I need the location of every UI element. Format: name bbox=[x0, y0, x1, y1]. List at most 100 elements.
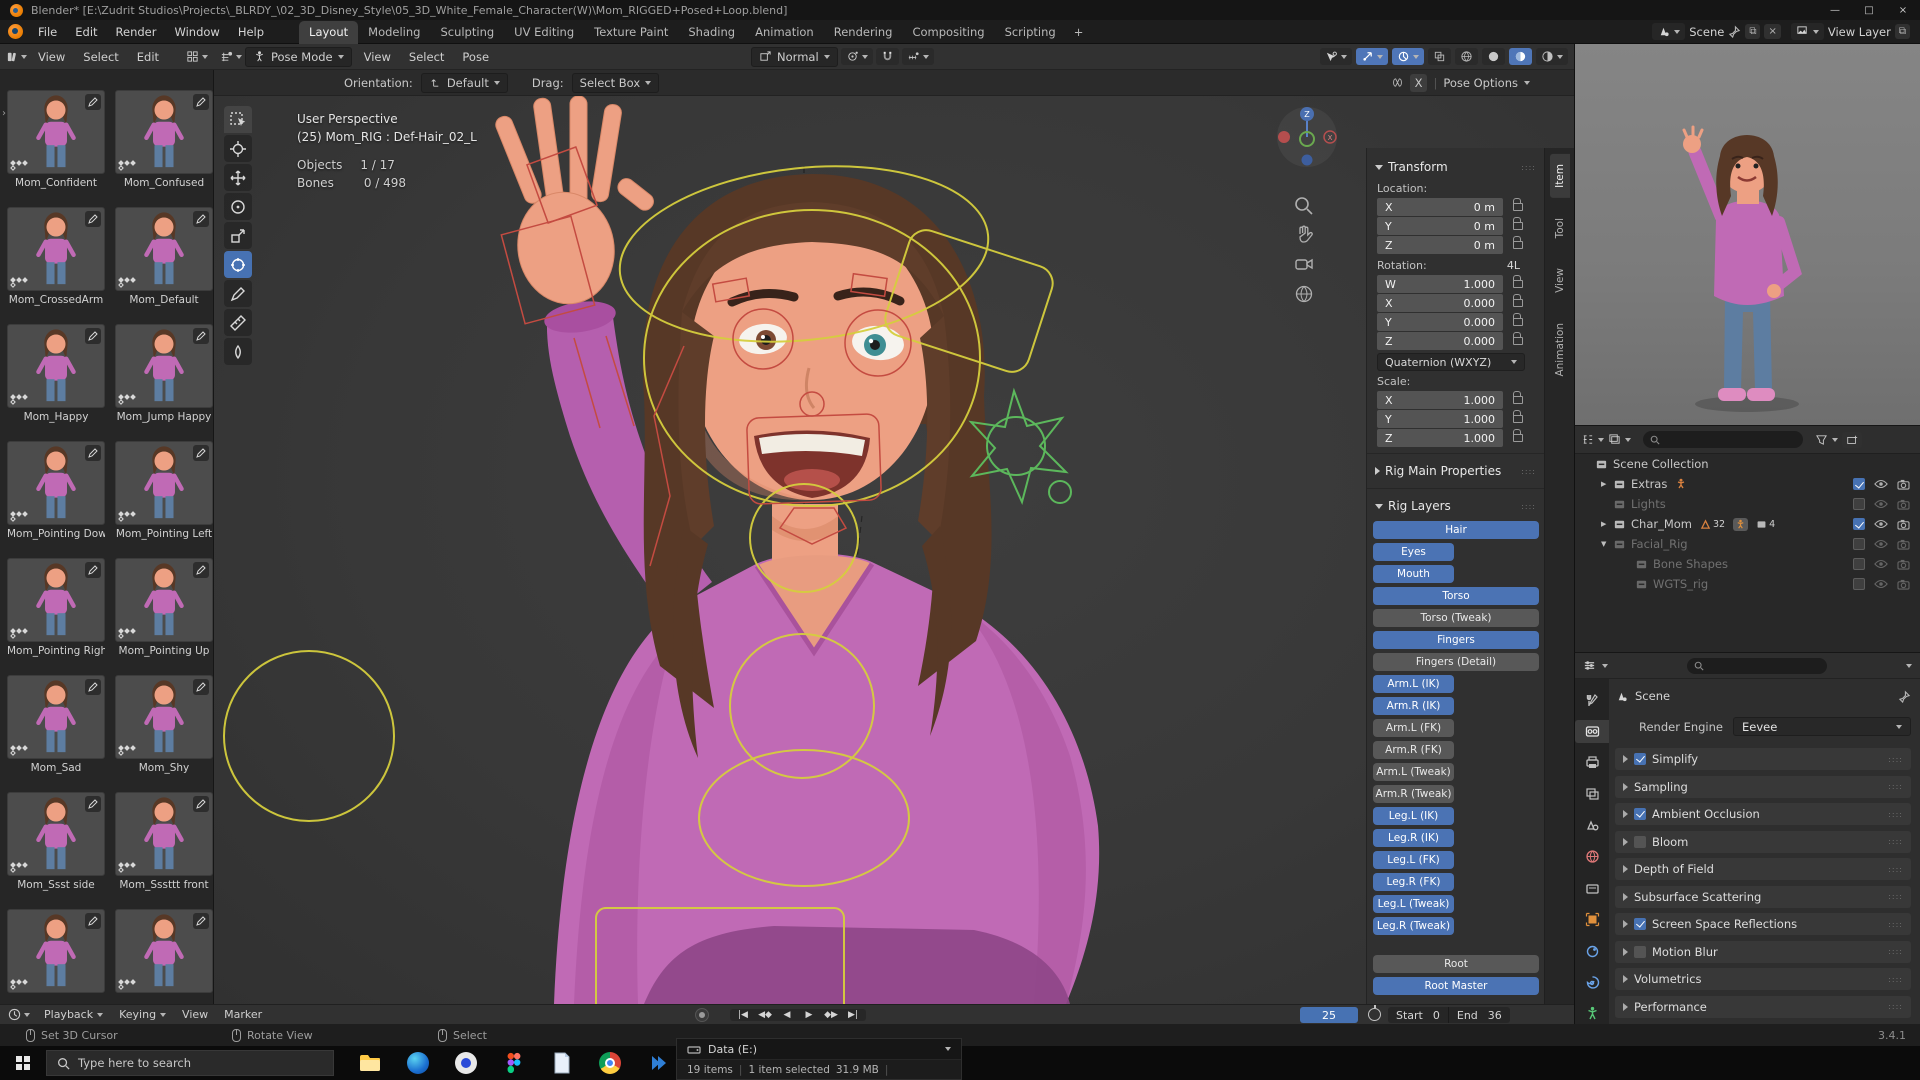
rig-layer-button[interactable]: Mouth bbox=[1373, 565, 1454, 583]
notes-app-icon[interactable] bbox=[538, 1046, 586, 1080]
workspace-tab[interactable]: Scripting bbox=[995, 21, 1066, 44]
asset-item[interactable]: Mom_CrossedArm bbox=[7, 207, 105, 324]
close-button[interactable]: × bbox=[1886, 0, 1920, 20]
shading-solid-button[interactable] bbox=[1482, 48, 1505, 65]
drag-dropdown[interactable]: Select Box bbox=[571, 72, 660, 93]
asset-thumbnail[interactable] bbox=[7, 90, 105, 174]
sidebar-tab[interactable]: Animation bbox=[1550, 313, 1570, 387]
hide-eye-icon[interactable] bbox=[1874, 579, 1888, 589]
viewport-menu-item[interactable]: Pose bbox=[453, 47, 498, 67]
scene-tab-icon[interactable] bbox=[1575, 814, 1609, 836]
outliner-row[interactable]: Scene Collection bbox=[1575, 454, 1920, 474]
rig-layer-button[interactable]: Arm.R (IK) bbox=[1373, 697, 1454, 715]
outliner-item-label[interactable]: Scene Collection bbox=[1613, 457, 1709, 471]
scale-field[interactable]: Z 1.000 bbox=[1377, 429, 1503, 447]
rig-layer-button[interactable]: Torso (Tweak) bbox=[1373, 609, 1539, 627]
asset-menu-item[interactable]: Edit bbox=[128, 47, 168, 67]
workspace-tab[interactable]: Texture Paint bbox=[584, 21, 678, 44]
collection-tab-icon[interactable] bbox=[1575, 877, 1609, 899]
chrome-browser-icon[interactable] bbox=[586, 1046, 634, 1080]
edit-pose-icon[interactable] bbox=[193, 328, 209, 344]
rig-layer-button[interactable]: Arm.R (Tweak) bbox=[1373, 785, 1454, 803]
workspace-tab[interactable]: Sculpting bbox=[430, 21, 504, 44]
file-explorer-icon[interactable] bbox=[346, 1046, 394, 1080]
timeline-editor-icon[interactable] bbox=[8, 1008, 21, 1021]
annotate-tool[interactable] bbox=[224, 280, 252, 307]
menu-item[interactable]: Edit bbox=[66, 22, 106, 42]
start-frame-field[interactable]: Start 0 bbox=[1388, 1007, 1448, 1023]
data-tab-icon[interactable] bbox=[1575, 1003, 1609, 1025]
asset-item[interactable]: Mom_Ssst side bbox=[7, 792, 105, 909]
selectable-checkbox[interactable] bbox=[1853, 498, 1865, 510]
sidebar-tab[interactable]: Tool bbox=[1550, 208, 1570, 248]
outliner-filter-mode-icon[interactable] bbox=[1608, 433, 1621, 446]
panel-grip-icon[interactable]: :::: bbox=[1521, 502, 1536, 511]
panel-grip-icon[interactable]: :::: bbox=[1888, 975, 1903, 984]
mirror-x-toggle[interactable]: X bbox=[1409, 73, 1428, 92]
rig-layer-button[interactable]: Leg.L (FK) bbox=[1373, 851, 1454, 869]
auto-keyframe-button[interactable] bbox=[695, 1008, 709, 1022]
menu-item[interactable]: Render bbox=[107, 22, 166, 42]
rig-layer-button[interactable]: Leg.R (Tweak) bbox=[1373, 917, 1454, 935]
viewport-canvas[interactable]: User Perspective (25) Mom_RIG : Def-Hair… bbox=[214, 96, 1574, 1004]
outliner-item-label[interactable]: WGTS_rig bbox=[1653, 577, 1708, 591]
render-camera-icon[interactable] bbox=[1897, 579, 1910, 590]
lock-icon[interactable] bbox=[1513, 236, 1523, 249]
outliner-item-label[interactable]: Lights bbox=[1631, 497, 1666, 511]
workspace-tab[interactable]: Layout bbox=[299, 20, 359, 44]
pin-icon[interactable] bbox=[1728, 25, 1741, 38]
panel-grip-icon[interactable]: :::: bbox=[1888, 782, 1903, 791]
current-frame-field[interactable]: 25 bbox=[1300, 1007, 1358, 1023]
edit-pose-icon[interactable] bbox=[193, 445, 209, 461]
properties-panel-header[interactable]: Ambient Occlusion :::: bbox=[1615, 803, 1911, 825]
preview-viewport[interactable] bbox=[1574, 44, 1920, 425]
asset-thumbnail[interactable] bbox=[115, 675, 213, 759]
outliner-row[interactable]: Lights bbox=[1575, 494, 1920, 514]
edit-pose-icon[interactable] bbox=[193, 679, 209, 695]
proportional-editing-dropdown[interactable] bbox=[901, 48, 934, 65]
lock-icon[interactable] bbox=[1513, 294, 1523, 307]
lock-icon[interactable] bbox=[1513, 313, 1523, 326]
properties-panel-header[interactable]: Performance :::: bbox=[1615, 995, 1911, 1018]
lock-icon[interactable] bbox=[1513, 275, 1523, 288]
location-field[interactable]: Y0 m bbox=[1377, 217, 1503, 235]
rig-layer-button[interactable]: Root Master bbox=[1373, 977, 1539, 995]
new-scene-button[interactable]: ⧉ bbox=[1745, 24, 1761, 39]
toggle-view-icon[interactable] bbox=[1294, 284, 1314, 304]
tool-tab-icon[interactable] bbox=[1575, 689, 1609, 711]
measure-tool[interactable] bbox=[224, 309, 252, 336]
asset-thumbnail[interactable] bbox=[7, 441, 105, 525]
panel-grip-icon[interactable]: :::: bbox=[1888, 920, 1903, 929]
render-camera-icon[interactable] bbox=[1897, 519, 1910, 530]
minimize-button[interactable]: — bbox=[1818, 0, 1852, 20]
maximize-button[interactable]: □ bbox=[1852, 0, 1886, 20]
edit-pose-icon[interactable] bbox=[193, 796, 209, 812]
location-field[interactable]: X0 m bbox=[1377, 198, 1503, 216]
asset-thumbnail[interactable] bbox=[115, 909, 213, 993]
timeline-menu-item[interactable]: View bbox=[174, 1008, 216, 1021]
rig-layers-panel-header[interactable]: Rig Layers :::: bbox=[1367, 495, 1544, 517]
prev-keyframe-button[interactable]: ◀◆ bbox=[755, 1010, 775, 1020]
workspace-tab[interactable]: Compositing bbox=[902, 21, 994, 44]
menu-item[interactable]: Help bbox=[229, 22, 273, 42]
properties-search-input[interactable] bbox=[1687, 657, 1827, 674]
constraints-tab-icon[interactable] bbox=[1575, 940, 1609, 962]
hide-eye-icon[interactable] bbox=[1874, 479, 1888, 489]
render-camera-icon[interactable] bbox=[1897, 559, 1910, 570]
outliner-row[interactable]: ▼ Facial_Rig bbox=[1575, 534, 1920, 554]
editor-type-chevron-icon[interactable] bbox=[24, 1012, 30, 1017]
pivot-point-dropdown[interactable] bbox=[840, 48, 873, 65]
outliner-search-input[interactable] bbox=[1643, 431, 1803, 448]
asset-thumbnail[interactable] bbox=[7, 792, 105, 876]
jump-to-end-button[interactable]: ▶| bbox=[843, 1010, 863, 1020]
menu-item[interactable]: File bbox=[29, 22, 66, 42]
selectable-checkbox[interactable] bbox=[1853, 538, 1865, 550]
asset-thumbnail[interactable] bbox=[7, 909, 105, 993]
panel-checkbox[interactable] bbox=[1634, 945, 1646, 958]
rig-layer-button[interactable]: Hair bbox=[1373, 521, 1539, 539]
edit-pose-icon[interactable] bbox=[85, 796, 101, 812]
lock-icon[interactable] bbox=[1513, 429, 1523, 442]
outliner-item-label[interactable]: Char_Mom bbox=[1631, 517, 1692, 531]
asset-item[interactable]: Mom_Pointing Down bbox=[7, 441, 105, 558]
outliner-row[interactable]: ▶ Extras bbox=[1575, 474, 1920, 494]
